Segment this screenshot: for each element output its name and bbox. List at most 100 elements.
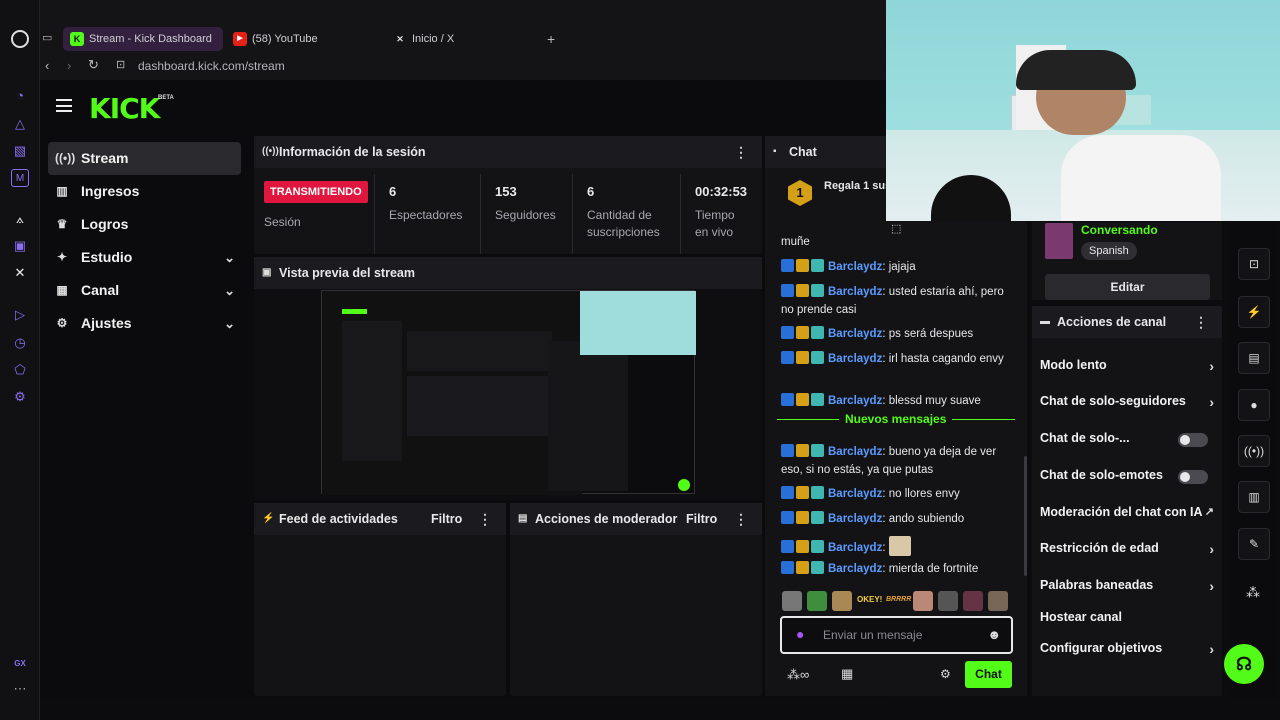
badge-group <box>781 284 826 302</box>
emotes-only-toggle[interactable] <box>1178 470 1208 484</box>
chat-settings-icon[interactable]: ⚙ <box>940 667 951 681</box>
sidebar-item-logros[interactable]: ♛ Logros <box>48 208 241 241</box>
kick-logo[interactable]: KICK <box>89 92 160 125</box>
gx-icon[interactable]: GX <box>11 655 29 673</box>
extensions-icon[interactable]: ⬠ <box>11 361 29 379</box>
chat-input[interactable]: ● Enviar un mensaje ☻ <box>780 616 1013 654</box>
broadcast-icon[interactable]: ((•)) <box>1238 435 1270 467</box>
badge-group <box>781 511 826 529</box>
document-icon[interactable]: ▤ <box>1238 342 1270 374</box>
chat-username[interactable]: Barclaydz <box>828 395 882 407</box>
filter-button[interactable]: Filtro <box>686 503 717 535</box>
aria-icon[interactable]: △ <box>11 115 29 133</box>
stream-preview-video[interactable] <box>321 290 696 495</box>
chat-username[interactable]: Barclaydz <box>828 286 882 298</box>
action-age-restriction[interactable]: Restricción de edad › <box>1040 541 1218 557</box>
chat-message: Barclaydz: blessd muy suave <box>781 393 1009 411</box>
sidebar-item-estudio[interactable]: ✦ Estudio ⌄ <box>48 241 241 274</box>
action-ai-moderation[interactable]: Moderación del chat con IA ↗ <box>1040 505 1218 519</box>
messenger-icon[interactable]: M <box>11 169 29 187</box>
session-status: TRANSMITIENDO Sesión <box>254 174 375 254</box>
emote[interactable]: OKEY! <box>857 595 882 604</box>
reload-icon[interactable]: ↻ <box>88 57 99 73</box>
chat-username[interactable]: Barclaydz <box>828 353 882 365</box>
store-icon[interactable]: ▦ <box>841 666 853 682</box>
emote[interactable] <box>988 591 1008 611</box>
url-field[interactable]: dashboard.kick.com/stream <box>138 59 285 73</box>
action-slow-mode[interactable]: Modo lento › <box>1040 358 1218 374</box>
player-icon[interactable]: ▷ <box>11 306 29 324</box>
chat-username[interactable]: Barclaydz <box>828 488 882 500</box>
tab-youtube[interactable]: ▶ (58) YouTube <box>226 27 386 51</box>
emoji-icon[interactable]: ☻ <box>987 627 1001 642</box>
sidebar-item-ajustes[interactable]: ⚙ Ajustes ⌄ <box>48 307 241 340</box>
lightning-icon: ⚡ <box>262 513 275 524</box>
new-tab-icon[interactable]: + <box>547 31 555 47</box>
edit-button[interactable]: Editar <box>1045 274 1210 300</box>
emote[interactable] <box>938 591 958 611</box>
speed-dial-icon[interactable]: ◔ <box>11 87 29 105</box>
sidebar-item-ingresos[interactable]: ▥ Ingresos <box>48 175 241 208</box>
kick-points-icon[interactable]: ⁂ <box>1246 584 1260 601</box>
more-options-icon[interactable]: ⋮ <box>1194 306 1208 338</box>
settings-icon[interactable]: ⚙ <box>11 388 29 406</box>
hamburger-icon[interactable] <box>56 99 72 112</box>
action-host-channel[interactable]: Hostear canal <box>1040 610 1218 624</box>
tab-menu-icon[interactable]: ▭ <box>42 31 56 45</box>
history-icon[interactable]: ◷ <box>11 334 29 352</box>
action-emotes-only[interactable]: Chat de solo-emotes <box>1040 468 1218 484</box>
forward-icon[interactable]: › <box>67 58 71 73</box>
message-text: irl hasta cagando envy <box>888 353 1004 365</box>
preview-chat <box>548 341 628 491</box>
more-options-icon[interactable]: ⋮ <box>734 136 748 168</box>
chat-username[interactable]: Barclaydz <box>828 328 882 340</box>
tab-kick[interactable]: K Stream - Kick Dashboard <box>63 27 223 51</box>
subs-only-toggle[interactable] <box>1178 433 1208 447</box>
lightning-icon[interactable]: ⚡ <box>1238 296 1270 328</box>
emote[interactable]: BRRRR <box>886 596 911 603</box>
x-app-icon[interactable]: ✕ <box>11 264 29 282</box>
kick-pin-icon[interactable]: ⟑ <box>11 210 29 228</box>
layout-icon[interactable]: ▥ <box>1238 481 1270 513</box>
stat-value: 153 <box>495 184 517 199</box>
emote[interactable] <box>913 591 933 611</box>
wrench-icon[interactable]: ✎ <box>1238 528 1270 560</box>
chat-bubble-icon[interactable]: ● <box>1238 389 1270 421</box>
more-options-icon[interactable]: ⋮ <box>734 503 748 535</box>
action-goals[interactable]: Configurar objetivos › <box>1040 641 1218 657</box>
emote[interactable] <box>832 591 852 611</box>
emote-image <box>888 536 911 556</box>
filter-button[interactable]: Filtro <box>431 503 462 535</box>
screenshot-icon[interactable]: ⊡ <box>1238 248 1270 280</box>
chat-username[interactable]: Barclaydz <box>828 563 882 575</box>
twitch-icon[interactable]: ▣ <box>11 237 29 255</box>
action-label: Palabras baneadas <box>1040 578 1154 592</box>
message-text: ps será despues <box>888 328 974 340</box>
chat-username[interactable]: Barclaydz <box>828 446 882 458</box>
emote[interactable] <box>807 591 827 611</box>
lock-icon: ⊡ <box>116 59 126 71</box>
sidebar-item-canal[interactable]: ▦ Canal ⌄ <box>48 274 241 307</box>
support-headset-icon[interactable]: ☊ <box>1224 644 1264 684</box>
kick-points-icon[interactable]: ⁂∞ <box>787 667 809 683</box>
action-subs-only[interactable]: Chat de solo-... <box>1040 431 1218 447</box>
action-followers-only[interactable]: Chat de solo-seguidores › <box>1040 394 1218 410</box>
sidebar-item-stream[interactable]: ((•)) Stream <box>48 142 241 175</box>
twitch-pin-icon[interactable]: ▧ <box>11 142 29 160</box>
send-chat-button[interactable]: Chat <box>965 661 1012 688</box>
more-icon[interactable]: ⋯ <box>11 680 29 698</box>
category-name[interactable]: Conversando <box>1081 223 1158 237</box>
more-options-icon[interactable]: ⋮ <box>478 503 492 535</box>
chat-scrollbar[interactable] <box>1024 456 1027 576</box>
emote[interactable] <box>782 591 802 611</box>
chat-username[interactable]: Barclaydz <box>828 542 882 554</box>
emote[interactable] <box>963 591 983 611</box>
opera-icon[interactable] <box>11 30 29 48</box>
microphone-icon[interactable]: ● <box>796 626 804 642</box>
back-icon[interactable]: ‹ <box>45 58 49 73</box>
chat-username[interactable]: Barclaydz <box>828 261 882 273</box>
chat-username[interactable]: Barclaydz <box>828 513 882 525</box>
youtube-icon: ▶ <box>233 32 247 46</box>
action-banned-words[interactable]: Palabras baneadas › <box>1040 578 1218 594</box>
tab-x[interactable]: ✕ Inicio / X <box>386 27 546 51</box>
